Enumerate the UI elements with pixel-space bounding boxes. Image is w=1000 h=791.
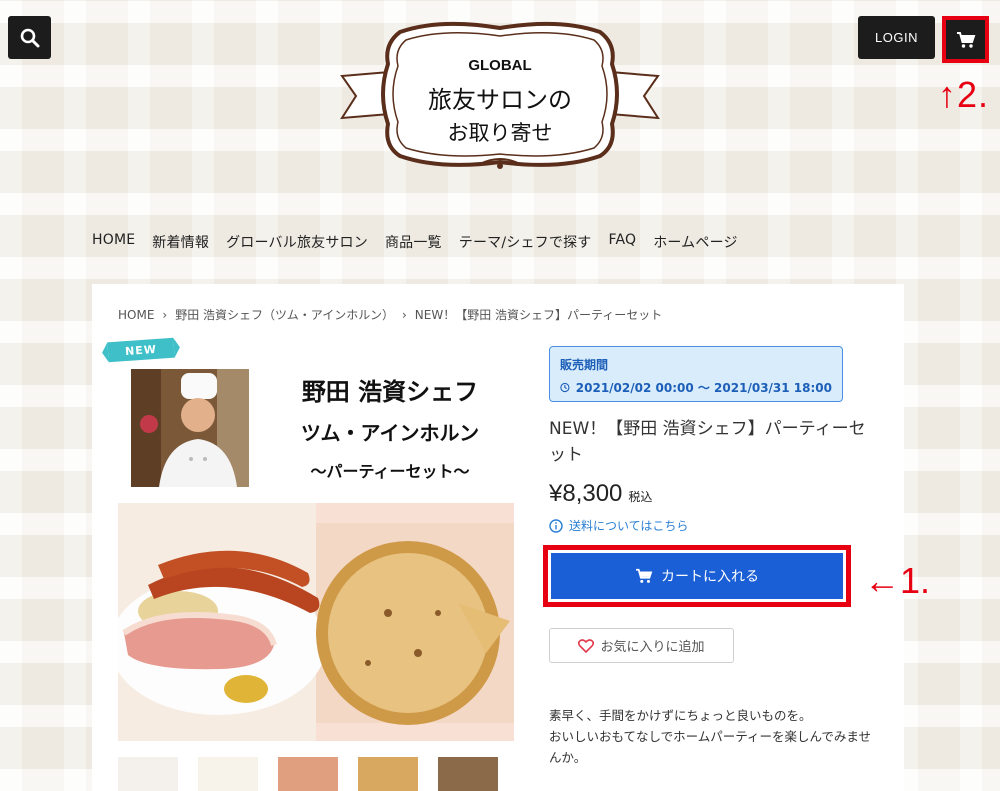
thumbnail-2[interactable] bbox=[198, 757, 258, 791]
tax-label: 税込 bbox=[628, 490, 653, 504]
annotation-add-to-cart: ←1. bbox=[864, 560, 931, 601]
favorite-button[interactable]: お気に入りに追加 bbox=[549, 628, 734, 663]
nav-item-1[interactable]: HOME bbox=[92, 232, 135, 252]
nav-item-5[interactable]: テーマ/シェフで探す bbox=[459, 232, 592, 252]
sale-period-label: 販売期間 bbox=[560, 358, 609, 372]
nav-item-7[interactable]: ホームページ bbox=[653, 232, 738, 252]
add-to-cart-highlight: カートに入れる bbox=[543, 545, 851, 607]
search-button[interactable] bbox=[8, 16, 51, 59]
thumbnail-3[interactable] bbox=[278, 757, 338, 791]
hero-restaurant: ツム・アインホルン bbox=[300, 421, 480, 445]
hero-title: 野田 浩資シェフ ツム・アインホルン 〜パーティーセット〜 bbox=[270, 372, 510, 482]
heart-icon bbox=[578, 638, 595, 653]
nav-item-4[interactable]: 商品一覧 bbox=[385, 232, 442, 252]
search-icon bbox=[20, 28, 39, 47]
chevron-right-icon: › bbox=[401, 307, 407, 322]
chef-photo bbox=[131, 369, 249, 487]
clock-icon bbox=[560, 382, 570, 393]
product-title: NEW！【野田 浩資シェフ】パーティーセット bbox=[549, 419, 866, 465]
login-button[interactable]: LOGIN bbox=[858, 16, 935, 59]
price-row: ¥8,300 税込 bbox=[549, 480, 652, 508]
chevron-right-icon: › bbox=[162, 307, 168, 322]
cart-button[interactable] bbox=[942, 16, 989, 63]
breadcrumb-chef[interactable]: 野田 浩資シェフ（ツム・アインホルン） bbox=[175, 306, 394, 323]
thumbnail-strip bbox=[118, 757, 498, 791]
nav-item-6[interactable]: FAQ bbox=[608, 232, 636, 252]
favorite-label: お気に入りに追加 bbox=[600, 640, 705, 655]
main-nav: HOME 新着情報 グローバル旅友サロン 商品一覧 テーマ/シェフで探す FAQ ホームペー… bbox=[92, 232, 755, 252]
sale-period-dates-row: 2021/02/02 00:00 〜 2021/03/31 18:00 bbox=[560, 379, 832, 396]
shipping-info-link[interactable]: 送料についてはこちら bbox=[549, 517, 688, 534]
thumbnail-1[interactable] bbox=[118, 757, 178, 791]
sale-period-box: 販売期間 2021/02/02 00:00 〜 2021/03/31 18:00 bbox=[549, 346, 843, 402]
logo-line2: お取り寄せ bbox=[448, 121, 553, 145]
description-line-1: 素早く、手間をかけずにちょっと良いものを。 bbox=[549, 708, 812, 723]
site-logo[interactable]: GLOBAL 旅友サロンの お取り寄せ bbox=[340, 14, 660, 174]
sale-period-dates: 2021/02/02 00:00 〜 2021/03/31 18:00 bbox=[575, 381, 832, 395]
hero-chef-name: 野田 浩資シェフ bbox=[301, 378, 479, 406]
annotation-cart: ↑2. bbox=[938, 74, 990, 115]
add-to-cart-button[interactable]: カートに入れる bbox=[551, 553, 843, 599]
breadcrumb: HOME › 野田 浩資シェフ（ツム・アインホルン） › NEW！【野田 浩資シ… bbox=[118, 306, 662, 323]
product-main-image[interactable] bbox=[118, 503, 514, 741]
info-icon bbox=[549, 518, 563, 533]
product-price: ¥8,300 bbox=[549, 480, 623, 507]
thumbnail-5[interactable] bbox=[438, 757, 498, 791]
cart-icon bbox=[636, 568, 653, 583]
nav-item-3[interactable]: グローバル旅友サロン bbox=[226, 232, 368, 252]
add-to-cart-label: カートに入れる bbox=[661, 569, 759, 585]
description-line-2: おいしいおもてなしでホームパーティーを楽しんでみませんか。 bbox=[549, 729, 872, 765]
logo-brand: GLOBAL bbox=[468, 57, 531, 74]
logo-line1: 旅友サロンの bbox=[428, 86, 572, 114]
hero-set-name: 〜パーティーセット〜 bbox=[310, 462, 470, 481]
cart-icon bbox=[956, 31, 975, 48]
product-description: 素早く、手間をかけずにちょっと良いものを。 おいしいおもてなしでホームパーティー… bbox=[549, 705, 879, 768]
nav-item-2[interactable]: 新着情報 bbox=[152, 232, 209, 252]
breadcrumb-current: NEW！【野田 浩資シェフ】パーティーセット bbox=[414, 308, 663, 322]
thumbnail-4[interactable] bbox=[358, 757, 418, 791]
breadcrumb-home[interactable]: HOME bbox=[118, 308, 154, 322]
shipping-link-label: 送料についてはこちら bbox=[569, 519, 689, 533]
